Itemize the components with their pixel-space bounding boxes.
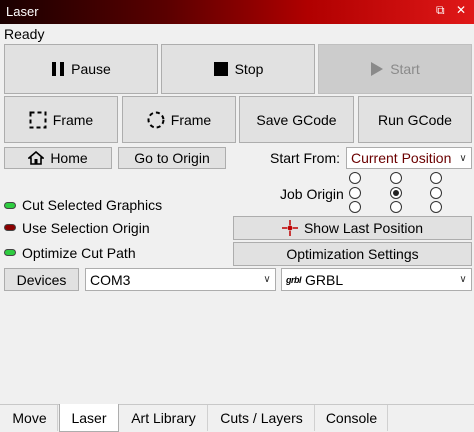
optimize-cut-path-toggle[interactable]: [4, 249, 16, 256]
pause-label: Pause: [71, 61, 111, 77]
frame-circle-label: Frame: [170, 111, 212, 128]
tab-art-library[interactable]: Art Library: [120, 405, 208, 431]
tab-label: Laser: [71, 409, 107, 426]
show-last-position-button[interactable]: Show Last Position: [233, 216, 472, 240]
grbl-logo-icon: grbl: [286, 274, 302, 285]
go-to-origin-label: Go to Origin: [134, 150, 210, 166]
port-value: COM3: [90, 271, 131, 288]
stop-button[interactable]: Stop: [161, 44, 315, 94]
start-from-label: Start From:: [270, 150, 341, 166]
home-label: Home: [50, 150, 88, 166]
crosshair-icon: [281, 220, 298, 236]
frame-rect-button[interactable]: Frame: [4, 96, 118, 143]
go-to-origin-button[interactable]: Go to Origin: [118, 147, 226, 169]
chevron-down-icon: ∨: [459, 274, 467, 285]
origin-center-radio[interactable]: [390, 187, 402, 199]
window-title: Laser: [6, 4, 39, 19]
play-icon: [370, 61, 384, 77]
stop-icon: [213, 61, 229, 77]
status-text: Ready: [4, 26, 45, 42]
frame-rectangle-icon: [29, 111, 47, 129]
frame-circle-button[interactable]: Frame: [122, 96, 236, 143]
tab-bar: Move Laser Art Library Cuts / Layers Con…: [0, 404, 474, 432]
origin-bottom-right-radio[interactable]: [430, 201, 442, 213]
tab-cuts-layers[interactable]: Cuts / Layers: [209, 405, 315, 431]
start-from-value: Current Position: [351, 150, 452, 166]
chevron-down-icon: ∨: [263, 274, 271, 285]
frame-circle-icon: [147, 111, 165, 129]
save-gcode-button[interactable]: Save GCode: [239, 96, 354, 143]
cut-selected-toggle[interactable]: [4, 202, 16, 209]
start-button[interactable]: Start: [318, 44, 472, 94]
title-bar: Laser ⧉ ✕: [0, 0, 474, 24]
origin-top-center-radio[interactable]: [390, 172, 402, 184]
show-last-position-label: Show Last Position: [303, 220, 424, 236]
use-selection-origin-toggle[interactable]: [4, 224, 16, 231]
run-gcode-button[interactable]: Run GCode: [358, 96, 472, 143]
tab-console[interactable]: Console: [316, 405, 388, 431]
frame-rect-label: Frame: [52, 111, 94, 128]
tab-label: Art Library: [131, 410, 196, 426]
tab-move[interactable]: Move: [2, 405, 58, 431]
use-selection-origin-label: Use Selection Origin: [22, 220, 150, 236]
tab-label: Move: [12, 410, 47, 426]
origin-top-left-radio[interactable]: [349, 172, 361, 184]
origin-bottom-left-radio[interactable]: [349, 201, 361, 213]
tab-laser[interactable]: Laser: [59, 404, 119, 432]
controller-select[interactable]: grbl GRBL ∨: [281, 268, 472, 291]
origin-middle-right-radio[interactable]: [430, 187, 442, 199]
start-label: Start: [390, 61, 420, 77]
home-icon: [28, 151, 45, 165]
origin-bottom-center-radio[interactable]: [390, 201, 402, 213]
float-window-icon[interactable]: ⧉: [436, 3, 445, 18]
optimize-cut-path-label: Optimize Cut Path: [22, 245, 136, 261]
stop-label: Stop: [234, 61, 264, 77]
run-gcode-label: Run GCode: [378, 111, 452, 128]
start-from-select[interactable]: Current Position ∨: [346, 147, 472, 169]
job-origin-label: Job Origin: [280, 186, 344, 202]
devices-button[interactable]: Devices: [4, 268, 79, 291]
optimization-settings-label: Optimization Settings: [286, 246, 419, 262]
save-gcode-label: Save GCode: [256, 111, 337, 128]
pause-icon: [51, 61, 65, 77]
port-select[interactable]: COM3 ∨: [85, 268, 276, 291]
origin-middle-left-radio[interactable]: [349, 187, 361, 199]
controller-value: GRBL: [305, 271, 344, 288]
home-button[interactable]: Home: [4, 147, 112, 169]
pause-button[interactable]: Pause: [4, 44, 158, 94]
cut-selected-label: Cut Selected Graphics: [22, 197, 163, 213]
origin-top-right-radio[interactable]: [430, 172, 442, 184]
tab-label: Console: [325, 410, 378, 426]
chevron-down-icon: ∨: [459, 152, 467, 164]
devices-label: Devices: [16, 271, 67, 288]
tab-label: Cuts / Layers: [220, 410, 303, 426]
optimization-settings-button[interactable]: Optimization Settings: [233, 242, 472, 266]
close-icon[interactable]: ✕: [456, 3, 466, 17]
